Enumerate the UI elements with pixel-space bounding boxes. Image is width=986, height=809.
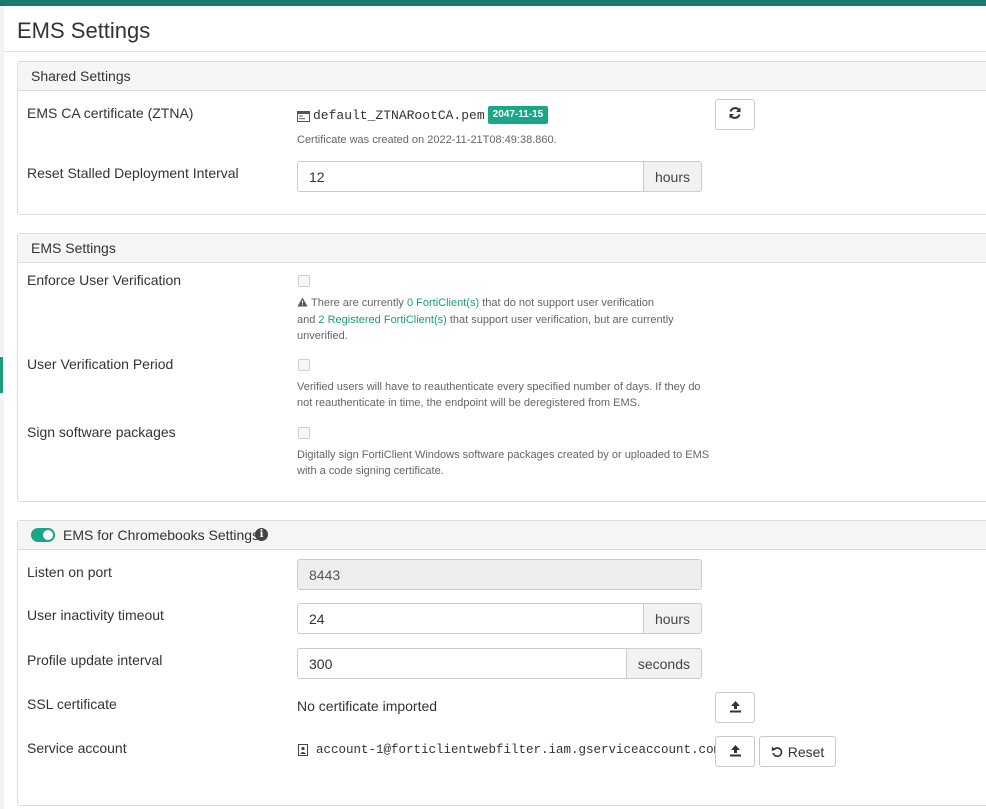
enforce-user-verification-label: Enforce User Verification — [27, 272, 182, 288]
certificate-filename: default_ZTNARootCA.pem — [313, 107, 485, 123]
upload-service-account-button[interactable] — [715, 736, 755, 767]
ssl-certificate-label: SSL certificate — [27, 696, 117, 712]
help-text: that support user verification, but are … — [449, 314, 674, 326]
shared-settings-title: Shared Settings — [31, 68, 131, 84]
service-account-email: account-1@forticlientwebfilter.iam.gserv… — [316, 743, 722, 757]
chromebooks-settings-panel: EMS for Chromebooks Settings i Listen on… — [17, 520, 986, 806]
help-line: There are currently 0 FortiClient(s) tha… — [297, 295, 717, 312]
seconds-addon: seconds — [625, 648, 702, 679]
shared-settings-panel: Shared Settings EMS CA certificate (ZTNA… — [17, 61, 986, 215]
registered-forticlients-link[interactable]: 2 Registered FortiClient(s) — [318, 314, 446, 326]
toggle-knob — [43, 530, 53, 540]
certificate-icon — [297, 110, 310, 122]
hours-addon: hours — [642, 161, 702, 192]
upload-icon — [729, 700, 742, 716]
certificate-expiry-badge: 2047-11-15 — [487, 106, 549, 124]
ems-ca-certificate-value: default_ZTNARootCA.pem 2047-11-15 — [297, 106, 549, 124]
ssl-certificate-value: No certificate imported — [297, 698, 438, 714]
user-inactivity-timeout-label: User inactivity timeout — [27, 607, 164, 623]
reset-stalled-deployment-label: Reset Stalled Deployment Interval — [27, 165, 239, 181]
chromebooks-settings-title: EMS for Chromebooks Settings — [63, 527, 260, 543]
reset-service-account-button[interactable]: Reset — [759, 736, 836, 767]
reset-stalled-deployment-group: hours — [297, 161, 702, 192]
file-icon — [298, 744, 308, 756]
certificate-created-text: Certificate was created on 2022-11-21T08… — [297, 134, 557, 146]
reset-button-label: Reset — [787, 743, 825, 760]
page-title: EMS Settings — [17, 18, 151, 43]
ems-settings-panel: EMS Settings Enforce User Verification T… — [17, 233, 986, 502]
service-account-value: account-1@forticlientwebfilter.iam.gserv… — [298, 743, 721, 757]
listen-on-port-label: Listen on port — [27, 564, 112, 580]
help-line: not reauthenticate in time, the endpoint… — [297, 397, 641, 409]
info-icon[interactable]: i — [255, 528, 268, 541]
warning-icon — [297, 296, 308, 312]
unsupported-forticlients-link[interactable]: 0 FortiClient(s) — [407, 297, 479, 309]
help-line: Verified users will have to reauthentica… — [297, 381, 701, 393]
help-line: and 2 Registered FortiClient(s) that sup… — [297, 312, 717, 328]
help-text: that do not support user verification — [482, 297, 655, 309]
user-verification-period-help: Verified users will have to reauthentica… — [297, 379, 717, 411]
listen-on-port-input — [297, 559, 702, 590]
profile-update-interval-label: Profile update interval — [27, 652, 163, 668]
undo-icon — [771, 744, 783, 760]
enforce-user-verification-checkbox[interactable] — [298, 275, 310, 287]
chromebooks-settings-header: EMS for Chromebooks Settings i — [18, 521, 986, 550]
enforce-user-verification-help: There are currently 0 FortiClient(s) tha… — [297, 295, 717, 344]
chromebooks-enable-toggle[interactable] — [31, 528, 55, 542]
left-nav-active-marker — [0, 357, 3, 393]
refresh-icon — [728, 106, 742, 123]
sign-software-packages-help: Digitally sign FortiClient Windows softw… — [297, 447, 717, 479]
service-account-label: Service account — [27, 740, 127, 756]
sign-software-packages-checkbox[interactable] — [298, 427, 310, 439]
page-header: EMS Settings — [4, 6, 986, 52]
hours-addon: hours — [642, 603, 702, 634]
left-nav-gutter — [0, 6, 4, 809]
ems-ca-certificate-label: EMS CA certificate (ZTNA) — [27, 105, 194, 121]
regenerate-certificate-button[interactable] — [715, 99, 755, 130]
upload-ssl-certificate-button[interactable] — [715, 692, 755, 723]
help-text: and — [297, 314, 316, 326]
help-text: unverified. — [297, 330, 348, 342]
user-verification-period-checkbox[interactable] — [298, 359, 310, 371]
ems-settings-title: EMS Settings — [31, 240, 116, 256]
help-line: Digitally sign FortiClient Windows softw… — [297, 449, 710, 461]
profile-update-interval-group: seconds — [297, 648, 702, 679]
user-inactivity-timeout-input[interactable] — [297, 603, 643, 634]
listen-on-port-group — [297, 559, 702, 590]
sign-software-packages-label: Sign software packages — [27, 424, 176, 440]
help-line: with a code signing certificate. — [297, 465, 444, 477]
upload-icon — [729, 744, 742, 760]
user-verification-period-label: User Verification Period — [27, 356, 174, 372]
reset-stalled-deployment-input[interactable] — [297, 161, 643, 192]
shared-settings-header: Shared Settings — [18, 62, 986, 91]
user-inactivity-timeout-group: hours — [297, 603, 702, 634]
profile-update-interval-input[interactable] — [297, 648, 626, 679]
ems-settings-header: EMS Settings — [18, 234, 986, 263]
help-text: There are currently — [311, 297, 404, 309]
